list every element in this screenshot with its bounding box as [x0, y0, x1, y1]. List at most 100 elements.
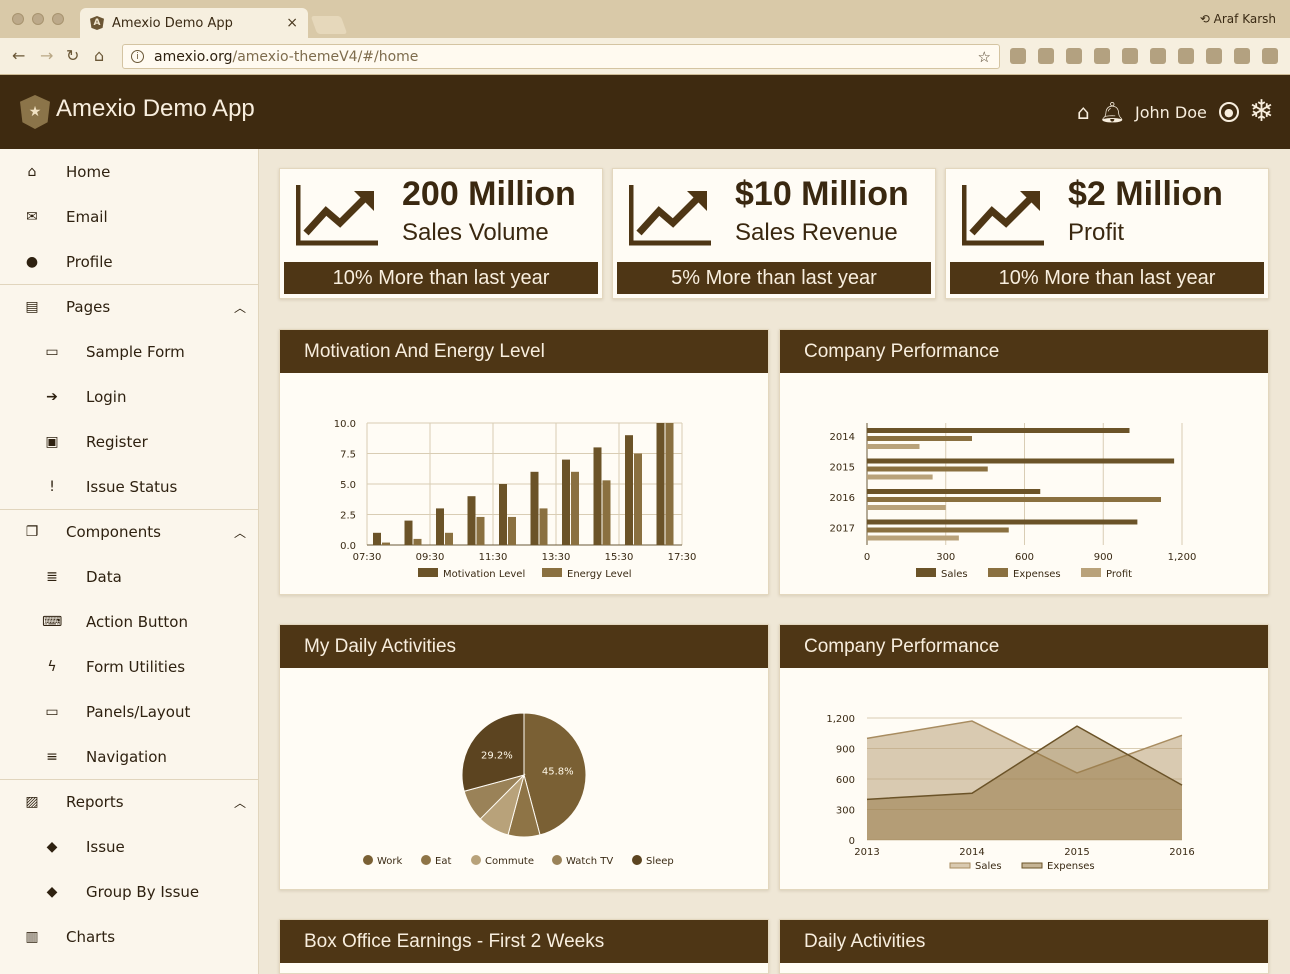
- bell-icon[interactable]: 🔔︎: [1100, 100, 1125, 124]
- browser-profile[interactable]: ⟲ Araf Karsh: [1200, 12, 1276, 26]
- extension-icon[interactable]: [1206, 48, 1222, 64]
- sidebar-item-label: Reports: [66, 793, 124, 811]
- extension-icon[interactable]: [1150, 48, 1166, 64]
- chevron-up-icon[interactable]: ︿: [234, 299, 246, 316]
- sidebar-item-register[interactable]: ▣ Register: [0, 419, 258, 464]
- x-tick-label: 300: [936, 552, 955, 563]
- bar: [539, 508, 548, 545]
- reload-icon[interactable]: ↻: [66, 46, 79, 65]
- sidebar-item-profile[interactable]: ● Profile: [0, 239, 258, 284]
- extension-icon[interactable]: [1122, 48, 1138, 64]
- sidebar-item-label: Components: [66, 523, 161, 541]
- y-tick-label: 5.0: [340, 480, 356, 491]
- y-tick-label: 0: [849, 836, 855, 847]
- y-tick-label: 2015: [830, 463, 855, 474]
- legend-label: Motivation Level: [443, 569, 525, 580]
- bar: [867, 535, 959, 541]
- panel-title: My Daily Activities: [280, 625, 768, 668]
- sidebar-item-label: Register: [86, 432, 148, 451]
- bar: [602, 480, 611, 545]
- sidebar-item-login[interactable]: ➔ Login: [0, 374, 258, 419]
- sidebar-item-group-by-issue[interactable]: ◆ Group By Issue: [0, 869, 258, 914]
- close-window-button[interactable]: [12, 13, 24, 25]
- home-icon: ⌂: [27, 163, 37, 180]
- extension-icon[interactable]: [1178, 48, 1194, 64]
- bar: [665, 423, 674, 545]
- sidebar-item-home[interactable]: ⌂ Home: [0, 149, 258, 194]
- browser-tab[interactable]: A Amexio Demo App ×: [80, 8, 308, 38]
- sidebar-item-label: Profile: [66, 252, 113, 271]
- sidebar-item-data[interactable]: ≣ Data: [0, 554, 258, 599]
- line-chart-icon: [296, 185, 378, 246]
- legend-label: Sales: [975, 861, 1002, 872]
- legend-swatch: [988, 568, 1008, 577]
- bar: [867, 527, 1009, 533]
- sidebar-item-pages[interactable]: ▤ Pages ︿: [0, 284, 258, 329]
- menu-dots-icon[interactable]: [1262, 48, 1278, 64]
- legend-label: Watch TV: [566, 856, 613, 867]
- y-tick-label: 2017: [830, 524, 855, 535]
- snowflake-icon[interactable]: ❄: [1249, 97, 1274, 127]
- user-circle-icon[interactable]: ●: [1218, 102, 1239, 122]
- legend-dot: [471, 855, 481, 865]
- back-arrow-icon[interactable]: ←: [12, 46, 25, 65]
- panel-motivation: Motivation And Energy Level 0.0 2.5 5.0 7.5…: [279, 329, 769, 595]
- line-chart-icon: [629, 185, 711, 246]
- sync-icon: ⟲: [1199, 12, 1214, 26]
- sidebar-item-issue-status[interactable]: ! Issue Status: [0, 464, 258, 509]
- extension-icon[interactable]: [1094, 48, 1110, 64]
- extension-icon[interactable]: [1010, 48, 1026, 64]
- extension-icons: [1010, 48, 1278, 64]
- legend-label: Commute: [485, 856, 534, 867]
- sidebar-item-navigation[interactable]: ≡ Navigation: [0, 734, 258, 779]
- chevron-up-icon[interactable]: ︿: [234, 524, 246, 541]
- bookmark-star-icon[interactable]: ☆: [978, 48, 991, 66]
- minimize-window-button[interactable]: [32, 13, 44, 25]
- extension-icon[interactable]: [1066, 48, 1082, 64]
- window-controls: [12, 13, 64, 25]
- sidebar-item-sample-form[interactable]: ▭ Sample Form: [0, 329, 258, 374]
- legend-dot: [552, 855, 562, 865]
- sidebar-item-form-utilities[interactable]: ϟ Form Utilities: [0, 644, 258, 689]
- sidebar-item-panels-layout[interactable]: ▭ Panels/Layout: [0, 689, 258, 734]
- sidebar-item-label: Home: [66, 162, 111, 181]
- panel-title: Company Performance: [780, 330, 1268, 373]
- url-path: /amexio-themeV4/#/home: [232, 48, 419, 65]
- sidebar-item-charts[interactable]: ▥ Charts: [0, 914, 258, 959]
- app-title: Amexio Demo App: [56, 95, 255, 122]
- url-host: amexio.org: [154, 48, 233, 65]
- sidebar-item-reports[interactable]: ▨ Reports ︿: [0, 779, 258, 824]
- bar: [867, 505, 946, 510]
- forward-arrow-icon[interactable]: →: [40, 46, 53, 65]
- legend-label: Eat: [435, 856, 451, 867]
- bar: [593, 447, 602, 545]
- extension-icon[interactable]: [1234, 48, 1250, 64]
- tab-close-button[interactable]: ×: [286, 15, 298, 31]
- bar: [373, 532, 381, 545]
- sidebar-item-action-button[interactable]: ⌨ Action Button: [0, 599, 258, 644]
- stat-footer: 5% More than last year: [617, 262, 931, 294]
- legend-swatch: [542, 568, 562, 577]
- home-icon[interactable]: ⌂: [1077, 100, 1090, 124]
- legend-label: Expenses: [1047, 861, 1095, 872]
- maximize-window-button[interactable]: [52, 13, 64, 25]
- extension-icon[interactable]: [1038, 48, 1054, 64]
- sidebar-item-components[interactable]: ❐ Components ︿: [0, 509, 258, 554]
- stat-value: $2 Million: [1068, 175, 1223, 213]
- panel-title: Company Performance: [780, 625, 1268, 668]
- sidebar-item-email[interactable]: ✉ Email: [0, 194, 258, 239]
- new-tab-button[interactable]: [310, 16, 348, 34]
- legend-swatch: [1081, 568, 1101, 577]
- company-performance-area-chart: 0 300 600 900 1,200 2013 2014 2015 2016 Sales Expe…: [826, 714, 1194, 872]
- sidebar-item-issue[interactable]: ◆ Issue: [0, 824, 258, 869]
- bar: [436, 508, 444, 545]
- home-browser-icon[interactable]: ⌂: [94, 46, 104, 65]
- y-tick-label: 2.5: [340, 511, 356, 522]
- stat-card-profit: $2 Million Profit 10% More than last yea…: [945, 168, 1269, 299]
- chevron-up-icon[interactable]: ︿: [234, 794, 246, 811]
- keyboard-icon: ⌨: [42, 613, 63, 630]
- url-input[interactable]: i amexio.org/amexio-themeV4/#/home ☆: [122, 44, 1000, 69]
- user-name[interactable]: John Doe: [1135, 103, 1207, 122]
- stat-footer: 10% More than last year: [284, 262, 598, 294]
- app-logo[interactable]: ★: [20, 95, 50, 129]
